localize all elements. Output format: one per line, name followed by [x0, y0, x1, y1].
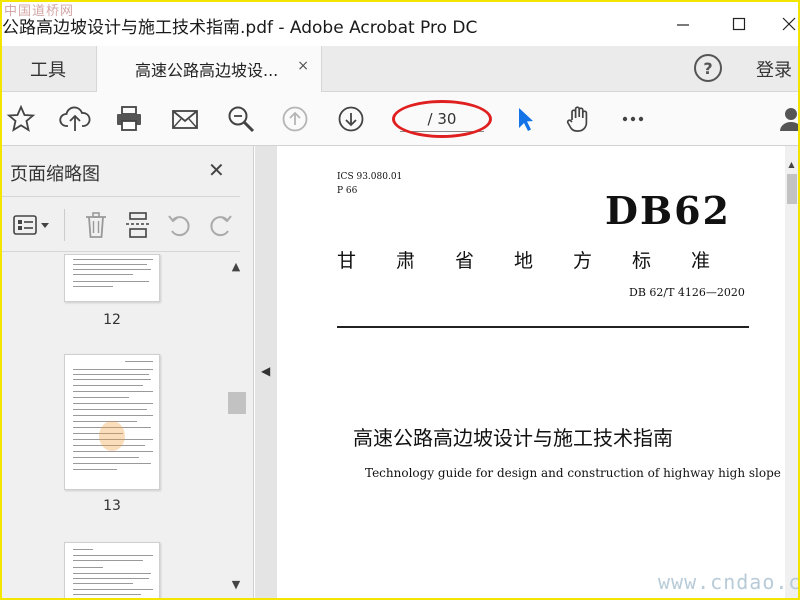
p-code: P 66 — [337, 186, 358, 196]
hand-tool-icon[interactable] — [562, 102, 596, 136]
rotate-cw-icon[interactable] — [204, 209, 236, 241]
document-title-cn: 高速公路高边坡设计与施工技术指南 — [353, 426, 673, 450]
scroll-up-icon[interactable]: ▲ — [228, 258, 244, 274]
more-icon[interactable] — [616, 102, 650, 136]
page-thumbnail-14[interactable] — [64, 542, 160, 598]
tab-document[interactable]: 高速公路高边坡设... × — [96, 46, 322, 92]
scroll-down-icon[interactable]: ▼ — [228, 576, 244, 592]
zoom-icon[interactable] — [224, 102, 258, 136]
page-up-icon[interactable] — [278, 102, 312, 136]
standard-number: DB 62/T 4126—2020 — [629, 286, 745, 299]
panel-toolbar — [2, 196, 240, 252]
doc-scrollbar-thumb[interactable] — [787, 174, 797, 204]
acrobat-window: 公路高边坡设计与施工技术指南.pdf - Adobe Acrobat Pro D… — [0, 0, 800, 600]
tab-close-icon[interactable]: × — [297, 58, 309, 74]
star-icon[interactable] — [4, 102, 38, 136]
close-window-button[interactable] — [766, 2, 798, 46]
maximize-icon — [732, 17, 746, 31]
thumbnail-list: 12 13 — [2, 254, 224, 598]
document-page: ICS 93.080.01 P 66 DB62 甘肃省地方标准 DB 62/T … — [277, 146, 785, 598]
tab-tools[interactable]: 工具 — [2, 46, 94, 92]
cloud-upload-icon[interactable] — [58, 102, 92, 136]
toolbar: / 30 — [2, 92, 798, 146]
collapse-arrow-icon[interactable]: ◀ — [261, 364, 270, 378]
title-bar: 公路高边坡设计与施工技术指南.pdf - Adobe Acrobat Pro D… — [2, 2, 798, 46]
thumbnail-page-number: 13 — [103, 498, 121, 514]
doc-scroll-up-icon[interactable]: ▲ — [785, 156, 798, 172]
delete-icon[interactable] — [80, 209, 112, 241]
red-highlight-ellipse — [392, 100, 492, 138]
help-icon[interactable]: ? — [694, 54, 722, 82]
panel-collapse-strip[interactable]: ◀ — [255, 146, 277, 598]
panel-close-icon[interactable]: ✕ — [208, 158, 225, 182]
document-title-en: Technology guide for design and construc… — [365, 466, 781, 480]
user-icon[interactable] — [774, 102, 798, 136]
extract-pages-icon[interactable] — [122, 209, 154, 241]
province-standard-heading: 甘肃省地方标准 — [337, 250, 751, 272]
close-icon — [782, 17, 796, 31]
select-pointer-icon[interactable] — [508, 102, 542, 136]
tab-bar: 工具 高速公路高边坡设... × ? 登录 — [2, 46, 798, 92]
page-thumbnail-13[interactable] — [64, 354, 160, 490]
page-thumbnail-12[interactable] — [64, 254, 160, 302]
page-down-icon[interactable] — [334, 102, 368, 136]
thumbnail-scrollbar[interactable]: ▲ ▼ — [226, 254, 246, 598]
options-menu-icon[interactable] — [10, 209, 54, 241]
mail-icon[interactable] — [168, 102, 202, 136]
page-number-field[interactable]: / 30 — [392, 100, 492, 138]
db-code: DB62 — [605, 188, 731, 233]
rotate-ccw-icon[interactable] — [164, 209, 196, 241]
watermark-bottom: www.cndao.com — [658, 570, 800, 594]
minimize-icon — [677, 24, 689, 26]
thumbnail-page-number: 12 — [103, 312, 121, 328]
panel-title: 页面缩略图 — [10, 164, 100, 185]
maximize-button[interactable] — [716, 2, 762, 46]
thumbnail-stamp — [99, 421, 125, 451]
minimize-button[interactable] — [660, 2, 706, 46]
ics-code: ICS 93.080.01 — [337, 172, 403, 182]
watermark-top: 中国道桥网 — [4, 4, 75, 19]
thumbnails-panel: 页面缩略图 ✕ 12 13 ▲ ▼ — [2, 146, 254, 598]
toolbar-divider — [64, 209, 65, 241]
login-button[interactable]: 登录 — [756, 56, 792, 82]
print-icon[interactable] — [112, 102, 146, 136]
scrollbar-thumb[interactable] — [228, 392, 246, 414]
document-scrollbar[interactable]: ▲ — [785, 146, 798, 598]
divider-rule — [337, 326, 749, 328]
tab-document-label: 高速公路高边坡设... — [135, 61, 279, 80]
